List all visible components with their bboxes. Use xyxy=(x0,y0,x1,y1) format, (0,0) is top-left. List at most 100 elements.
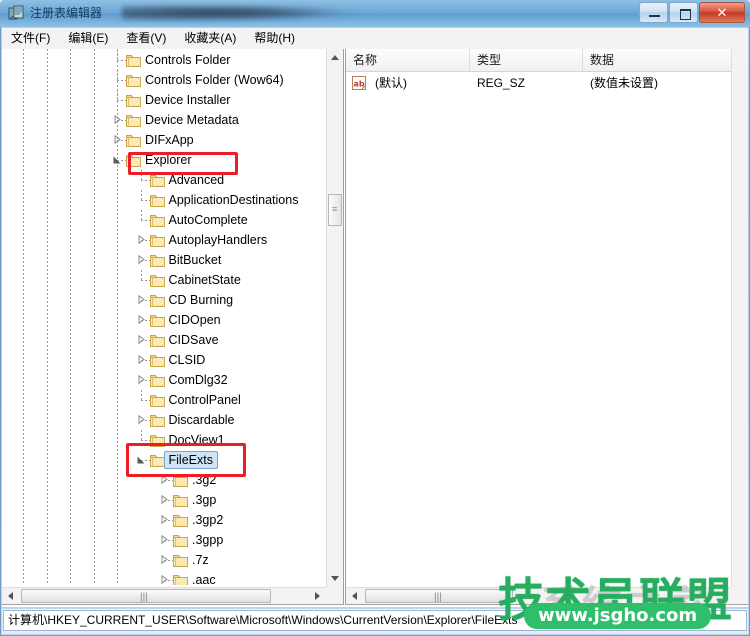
tree-connector xyxy=(140,190,142,200)
folder-icon xyxy=(173,555,188,567)
menu-help[interactable]: 帮助(H) xyxy=(245,28,304,49)
close-button[interactable]: ✕ xyxy=(699,2,745,23)
expand-toggle[interactable] xyxy=(137,235,146,244)
tree-scroll-down-button[interactable] xyxy=(327,570,343,587)
expand-toggle[interactable] xyxy=(137,315,146,324)
column-header-type[interactable]: 类型 xyxy=(470,49,583,71)
tree-item-aac[interactable]: .aac xyxy=(2,570,327,585)
expand-toggle[interactable] xyxy=(160,555,169,564)
table-row[interactable]: ab (默认) REG_SZ (数值未设置) xyxy=(346,72,731,94)
tree-item-comdlg32[interactable]: ComDlg32 xyxy=(2,370,327,390)
values-scroll-down-button[interactable] xyxy=(732,570,748,587)
tree-connector xyxy=(140,210,142,220)
tree-item-label: ComDlg32 xyxy=(168,373,228,387)
tree-item-3gp[interactable]: .3gp xyxy=(2,490,327,510)
tree-item-discardable[interactable]: Discardable xyxy=(2,410,327,430)
expand-toggle[interactable] xyxy=(137,255,146,264)
tree-item-label: Controls Folder (Wow64) xyxy=(145,73,284,87)
tree-scroll-left-button[interactable] xyxy=(2,588,19,604)
column-header-name[interactable]: 名称 xyxy=(346,49,470,71)
expand-toggle[interactable] xyxy=(137,415,146,424)
collapse-toggle[interactable] xyxy=(113,155,122,164)
title-bar[interactable]: 注册表编辑器 ✕ xyxy=(0,0,750,27)
menu-bar: 文件(F) 编辑(E) 查看(V) 收藏夹(A) 帮助(H) xyxy=(2,28,748,50)
folder-icon xyxy=(126,115,141,127)
expand-toggle[interactable] xyxy=(160,515,169,524)
registry-tree-pane[interactable]: Controls Folder Controls Folder (Wow64) De… xyxy=(2,49,344,605)
tree-item-device-metadata[interactable]: Device Metadata xyxy=(2,110,327,130)
tree-item-cidopen[interactable]: CIDOpen xyxy=(2,310,327,330)
tree-item-cabinetstate[interactable]: CabinetState xyxy=(2,270,327,290)
folder-icon xyxy=(173,575,188,585)
cell-value-name: (默认) xyxy=(375,76,407,90)
tree-vertical-scroll-thumb[interactable]: ≡ xyxy=(328,194,342,226)
tree-item-autoplayhandlers[interactable]: AutoplayHandlers xyxy=(2,230,327,250)
registry-tree[interactable]: Controls Folder Controls Folder (Wow64) De… xyxy=(2,49,327,585)
triangle-collapsed-icon xyxy=(161,515,168,524)
values-scroll-up-button[interactable] xyxy=(732,49,748,66)
expand-toggle[interactable] xyxy=(160,575,169,584)
triangle-collapsed-icon xyxy=(161,495,168,504)
tree-item-label: .3gp xyxy=(192,493,217,507)
folder-icon xyxy=(126,55,141,67)
tree-vertical-scrollbar[interactable]: ≡ xyxy=(326,49,343,587)
folder-icon xyxy=(149,315,165,327)
tree-connector xyxy=(140,390,142,400)
expand-toggle[interactable] xyxy=(137,375,146,384)
tree-item-controls-folder[interactable]: Controls Folder xyxy=(2,50,327,70)
minimize-button[interactable] xyxy=(639,2,668,23)
expand-toggle[interactable] xyxy=(113,135,122,144)
maximize-icon xyxy=(680,9,691,20)
menu-edit[interactable]: 编辑(E) xyxy=(59,28,117,49)
tree-item-3gp2[interactable]: .3gp2 xyxy=(2,510,327,530)
expand-toggle[interactable] xyxy=(160,495,169,504)
expand-toggle[interactable] xyxy=(160,535,169,544)
expand-toggle[interactable] xyxy=(137,355,146,364)
chevron-left-icon xyxy=(8,592,13,600)
tree-item-device-installer[interactable]: Device Installer xyxy=(2,90,327,110)
tree-item-label: DIFxApp xyxy=(145,133,194,147)
menu-file[interactable]: 文件(F) xyxy=(2,28,59,49)
menu-favorites[interactable]: 收藏夹(A) xyxy=(175,28,245,49)
tree-item-controls-folder-wow64[interactable]: Controls Folder (Wow64) xyxy=(2,70,327,90)
maximize-button[interactable] xyxy=(669,2,698,23)
tree-item-7z[interactable]: .7z xyxy=(2,550,327,570)
values-vertical-scrollbar[interactable] xyxy=(731,49,748,587)
expand-toggle[interactable] xyxy=(137,335,146,344)
values-horizontal-scroll-thumb[interactable]: ||| xyxy=(365,589,513,603)
tree-item-difxapp[interactable]: DIFxApp xyxy=(2,130,327,150)
column-header-data[interactable]: 数据 xyxy=(583,49,732,71)
triangle-expanded-icon xyxy=(113,156,121,164)
tree-horizontal-scrollbar[interactable]: ||| xyxy=(2,587,326,604)
cell-value-type: REG_SZ xyxy=(477,76,526,90)
tree-scroll-up-button[interactable] xyxy=(327,49,343,66)
tree-item-label: .3gp2 xyxy=(192,513,224,527)
highlight-fileexts xyxy=(126,443,246,477)
tree-item-label: AutoplayHandlers xyxy=(168,233,268,247)
tree-item-autocomplete[interactable]: AutoComplete xyxy=(2,210,327,230)
tree-item-3gpp[interactable]: .3gpp xyxy=(2,530,327,550)
tree-item-cidsave[interactable]: CIDSave xyxy=(2,330,327,350)
tree-item-controlpanel[interactable]: ControlPanel xyxy=(2,390,327,410)
menu-view[interactable]: 查看(V) xyxy=(117,28,175,49)
triangle-collapsed-icon xyxy=(138,235,145,244)
expand-toggle[interactable] xyxy=(137,295,146,304)
registry-values-pane[interactable]: 名称 类型 数据 ab (默认) REG_SZ (数值未设置) ||| xyxy=(345,49,748,605)
tree-item-applicationdestinations[interactable]: ApplicationDestinations xyxy=(2,190,327,210)
tree-item-clsid[interactable]: CLSID xyxy=(2,350,327,370)
tree-item-bitbucket[interactable]: BitBucket xyxy=(2,250,327,270)
tree-scroll-right-button[interactable] xyxy=(309,588,326,604)
tree-item-label: Device Metadata xyxy=(145,113,239,127)
folder-icon xyxy=(173,515,188,527)
tree-item-label: CD Burning xyxy=(168,293,234,307)
client-area: Controls Folder Controls Folder (Wow64) De… xyxy=(2,49,748,607)
expand-toggle[interactable] xyxy=(113,115,122,124)
triangle-collapsed-icon xyxy=(114,135,121,144)
triangle-collapsed-icon xyxy=(138,255,145,264)
values-scroll-left-button[interactable] xyxy=(346,588,363,604)
tree-item-cd-burning[interactable]: CD Burning xyxy=(2,290,327,310)
tree-item-label: .7z xyxy=(192,553,209,567)
folder-icon xyxy=(149,175,165,187)
scroll-grip-icon: ||| xyxy=(434,592,442,603)
tree-horizontal-scroll-thumb[interactable]: ||| xyxy=(21,589,271,603)
